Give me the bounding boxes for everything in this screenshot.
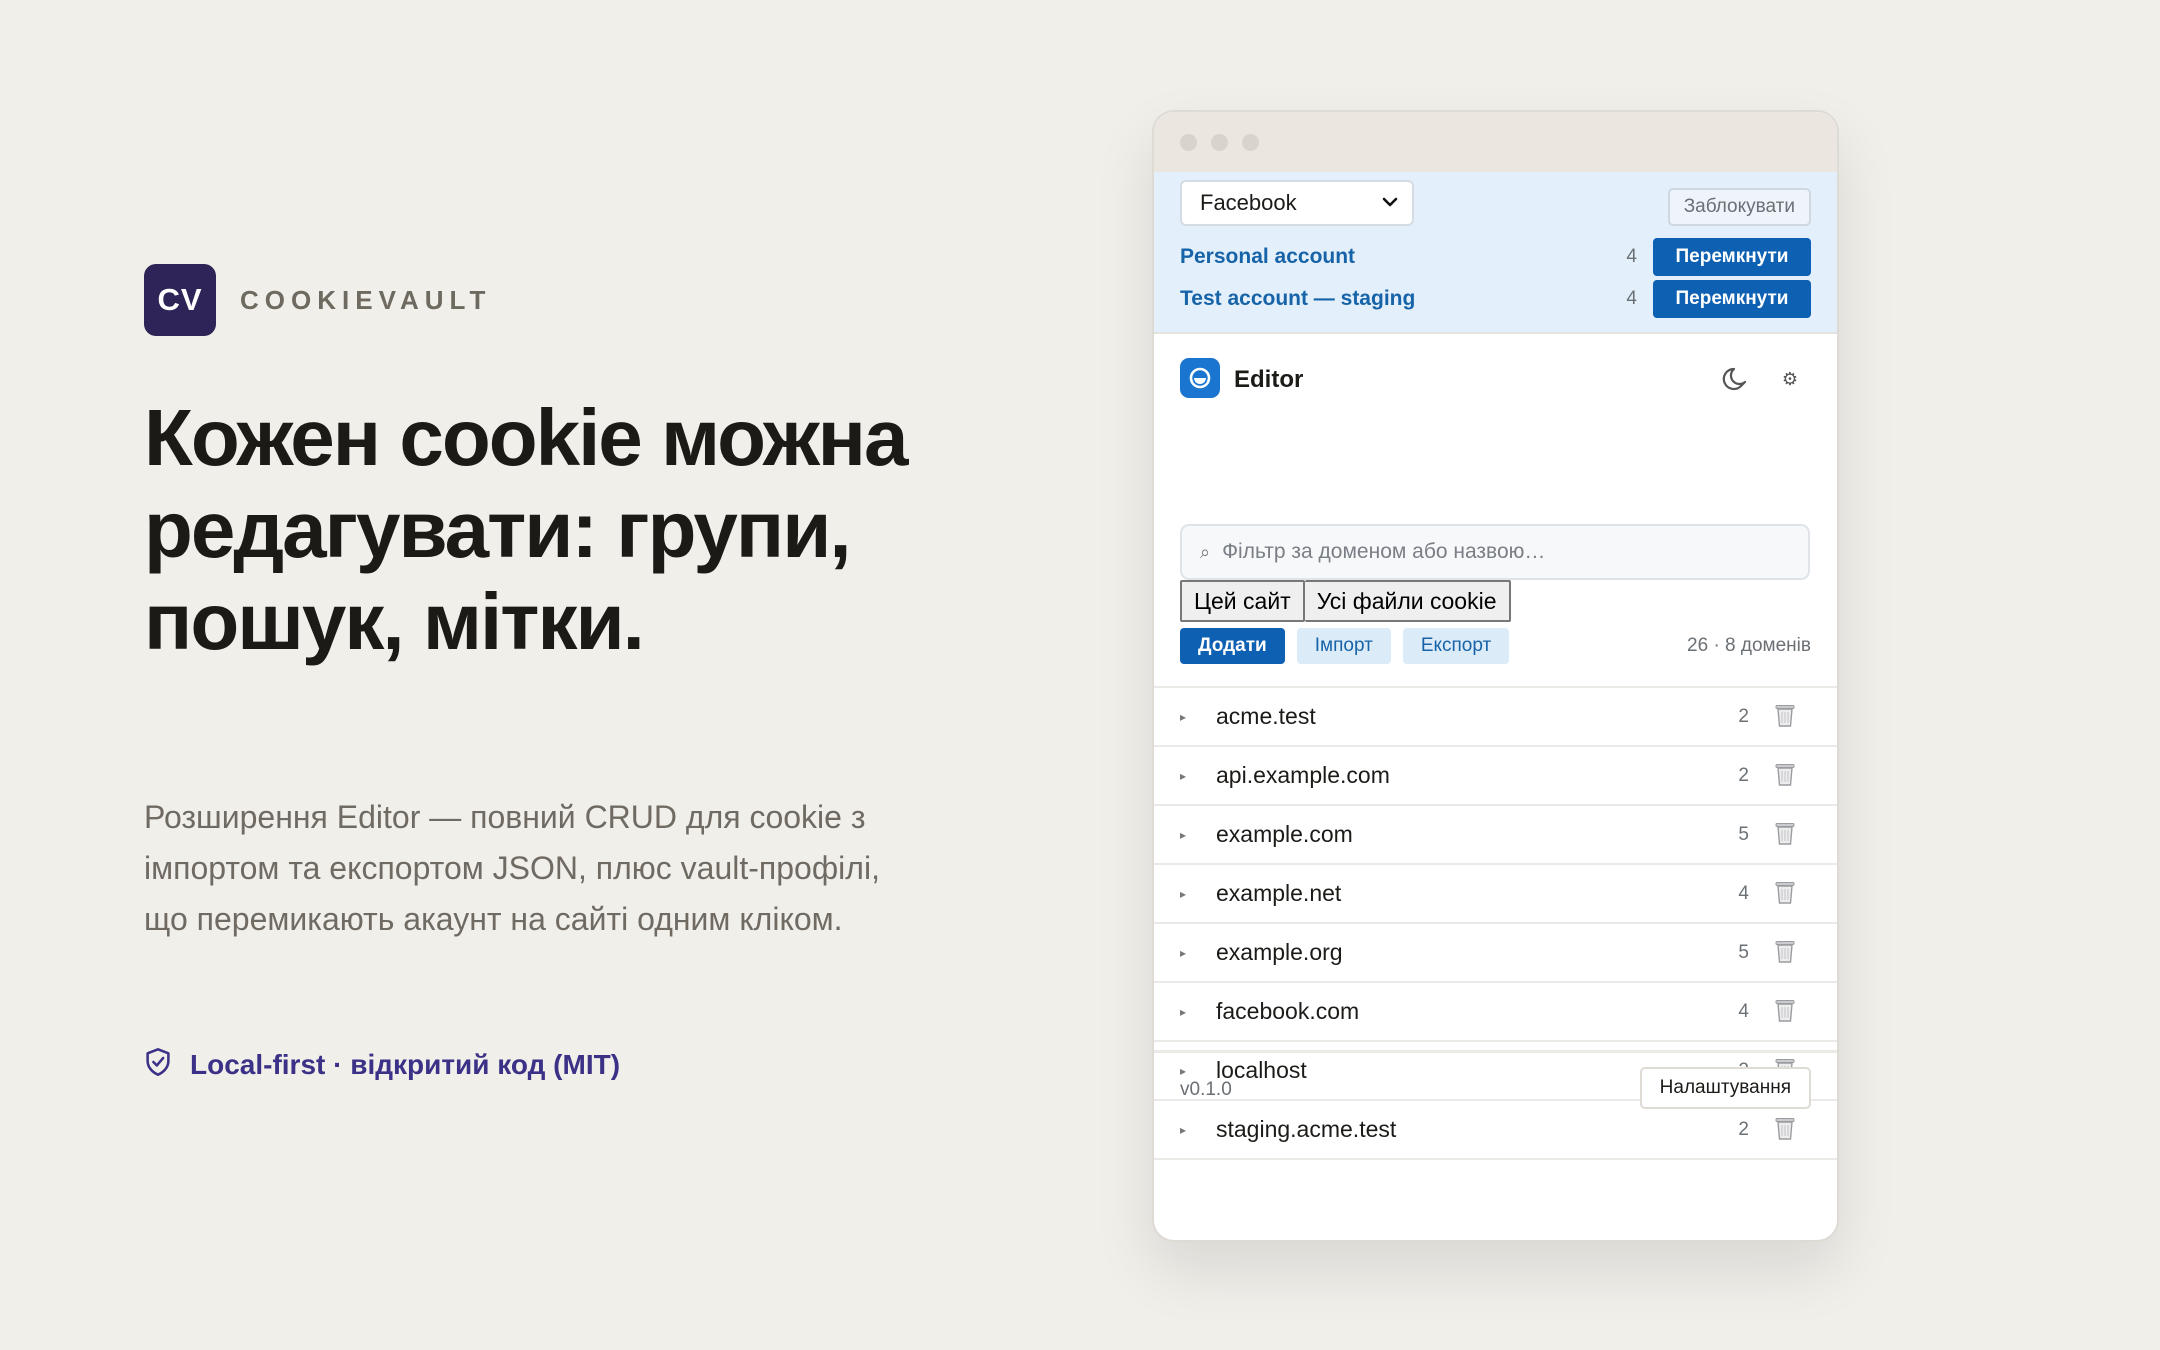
domain-name: acme.test	[1216, 703, 1316, 729]
search-placeholder: Фільтр за доменом або назвою…	[1222, 540, 1546, 563]
trash-icon[interactable]	[1775, 763, 1795, 787]
browser-window: Facebook Заблокувати Personal account 4 …	[1152, 110, 1839, 1242]
window-zoom-dot[interactable]	[1242, 133, 1259, 151]
trash-icon[interactable]	[1775, 940, 1795, 964]
domain-row[interactable]: ▸ example.net 4	[1154, 865, 1837, 924]
domain-row[interactable]: ▸ facebook.com 4	[1154, 983, 1837, 1042]
brand-logo: CV	[144, 264, 216, 336]
caret-right-icon[interactable]: ▸	[1180, 946, 1186, 960]
license-badge: Local-first · відкритий код (MIT)	[144, 1047, 620, 1082]
domain-name: example.net	[1216, 880, 1342, 906]
site-select-value: Facebook	[1200, 190, 1297, 215]
domain-row[interactable]: ▸ example.com 5	[1154, 806, 1837, 865]
import-button[interactable]: Імпорт	[1296, 628, 1391, 664]
scope-this-site-button[interactable]: Цей сайт	[1180, 580, 1305, 622]
editor-title: Editor	[1234, 366, 1304, 393]
vault-panel: Facebook Заблокувати Personal account 4 …	[1154, 172, 1837, 334]
domain-row[interactable]: ▸ acme.test 2	[1154, 688, 1837, 747]
editor-logo-icon	[1180, 358, 1220, 398]
gear-icon[interactable]: ⚙	[1779, 368, 1801, 390]
domain-count: 2	[1738, 764, 1749, 786]
badge-text: Local-first · відкритий код (MIT)	[190, 1048, 621, 1080]
scope-all-cookies-button[interactable]: Усі файли cookie	[1304, 580, 1511, 622]
switch-profile-button[interactable]: Перемкнути	[1653, 238, 1811, 276]
domain-row[interactable]: ▸ api.example.com 2	[1154, 747, 1837, 806]
caret-right-icon[interactable]: ▸	[1180, 710, 1186, 724]
popup-footer: v0.1.0 Налаштування	[1154, 1050, 1837, 1127]
brand: CV COOKIEVAULT	[144, 264, 491, 336]
domain-name: api.example.com	[1216, 762, 1390, 788]
profile-row: Personal account 4 Перемкнути	[1180, 238, 1811, 276]
caret-right-icon[interactable]: ▸	[1180, 769, 1186, 783]
site-select[interactable]: Facebook	[1180, 180, 1414, 226]
trash-icon[interactable]	[1775, 881, 1795, 905]
domain-count: 2	[1738, 705, 1749, 727]
domain-name: example.com	[1216, 821, 1353, 847]
trash-icon[interactable]	[1775, 999, 1795, 1023]
domain-count: 5	[1738, 941, 1749, 963]
profile-name[interactable]: Test account — staging	[1180, 287, 1626, 311]
profile-count: 4	[1626, 288, 1637, 309]
lead-paragraph: Розширення Editor — повний CRUD для cook…	[144, 799, 880, 937]
domain-count: 5	[1738, 823, 1749, 845]
brand-name: COOKIEVAULT	[240, 284, 492, 315]
actions-bar: Додати Імпорт Експорт 26 · 8 доменів	[1180, 628, 1811, 664]
caret-right-icon[interactable]: ▸	[1180, 828, 1186, 842]
domain-count: 4	[1738, 1000, 1749, 1022]
scope-toggle: Цей сайт Усі файли cookie	[1180, 580, 1511, 622]
block-button[interactable]: Заблокувати	[1667, 188, 1811, 226]
version-label: v0.1.0	[1180, 1079, 1232, 1100]
window-close-dot[interactable]	[1180, 133, 1197, 151]
shield-check-icon	[144, 1047, 172, 1082]
headline: Кожен cookie можна редагувати: групи, по…	[144, 393, 908, 666]
domain-name: facebook.com	[1216, 998, 1360, 1024]
settings-button[interactable]: Налаштування	[1639, 1067, 1811, 1109]
profile-name[interactable]: Personal account	[1180, 245, 1626, 269]
chevron-down-icon	[1380, 192, 1400, 218]
export-button[interactable]: Експорт	[1402, 628, 1510, 664]
editor-header: Editor ⚙	[1154, 334, 1837, 418]
domain-name: example.org	[1216, 939, 1343, 965]
caret-right-icon[interactable]: ▸	[1180, 1005, 1186, 1019]
profile-count: 4	[1626, 246, 1637, 267]
search-icon: ⌕	[1200, 541, 1211, 562]
trash-icon[interactable]	[1775, 704, 1795, 728]
switch-profile-button[interactable]: Перемкнути	[1653, 280, 1811, 318]
search-input[interactable]: ⌕ Фільтр за доменом або назвою…	[1180, 524, 1810, 580]
domain-row[interactable]: ▸ example.org 5	[1154, 924, 1837, 983]
add-button[interactable]: Додати	[1180, 628, 1285, 664]
cookie-stats: 26 · 8 доменів	[1687, 635, 1811, 656]
moon-icon[interactable]	[1721, 364, 1751, 394]
caret-right-icon[interactable]: ▸	[1180, 887, 1186, 901]
trash-icon[interactable]	[1775, 822, 1795, 846]
profile-row: Test account — staging 4 Перемкнути	[1180, 280, 1811, 318]
window-minimize-dot[interactable]	[1211, 133, 1228, 151]
window-titlebar	[1154, 112, 1837, 172]
domain-count: 4	[1738, 882, 1749, 904]
